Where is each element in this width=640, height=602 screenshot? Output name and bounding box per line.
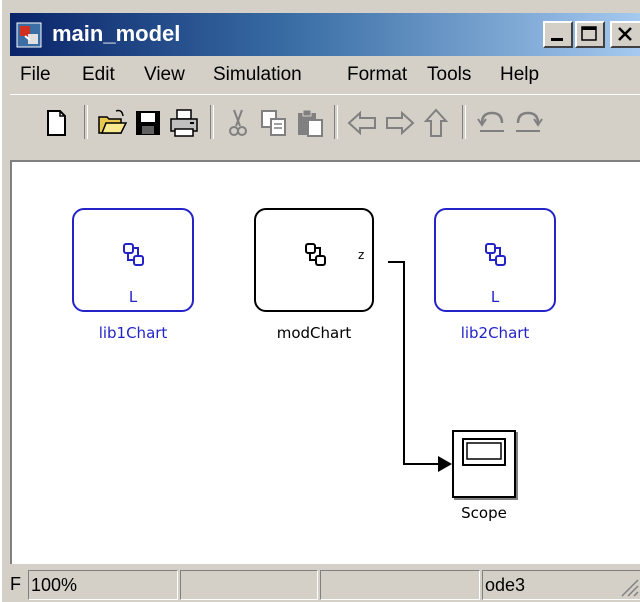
- menu-tools[interactable]: Tools: [427, 63, 471, 87]
- close-button[interactable]: [610, 21, 640, 48]
- close-icon: [618, 27, 632, 41]
- toolbar-separator: [334, 105, 338, 139]
- library-link-tag: L: [490, 288, 500, 306]
- status-solver: ode3: [482, 570, 640, 600]
- menu-view[interactable]: View: [144, 63, 185, 87]
- scope-label[interactable]: Scope: [446, 504, 522, 522]
- menu-bar: File Edit View Simulation Format Tools H…: [10, 58, 640, 92]
- menu-format[interactable]: Format: [347, 63, 407, 87]
- toolbar-separator: [84, 105, 88, 139]
- minimize-icon: [551, 38, 563, 41]
- toolbar-separator: [462, 105, 466, 139]
- toolbar-separator: [210, 105, 214, 139]
- lib2chart-block[interactable]: L: [434, 208, 556, 312]
- back-arrow-icon[interactable]: [346, 107, 378, 139]
- save-disk-icon[interactable]: [132, 107, 164, 139]
- stateflow-chart-icon: [123, 243, 144, 266]
- copy-icon[interactable]: [258, 107, 290, 139]
- new-model-icon[interactable]: [40, 107, 72, 139]
- scope-block[interactable]: [452, 430, 516, 498]
- open-folder-icon[interactable]: [96, 107, 128, 139]
- window-title: main_model: [52, 21, 181, 46]
- modchart-label[interactable]: modChart: [254, 324, 374, 342]
- cut-scissors-icon[interactable]: [222, 107, 254, 139]
- scope-screen-icon: [462, 438, 506, 466]
- minimize-button[interactable]: [543, 21, 573, 48]
- signal-arrowhead: [438, 456, 452, 472]
- menu-file[interactable]: File: [20, 63, 51, 87]
- modchart-block[interactable]: z: [254, 208, 374, 312]
- status-empty-cell: [320, 570, 480, 600]
- up-arrow-icon[interactable]: [420, 107, 452, 139]
- stateflow-chart-icon: [485, 243, 506, 266]
- title-bar[interactable]: main_model: [10, 13, 640, 56]
- lib1chart-block[interactable]: L: [72, 208, 194, 312]
- maximize-button[interactable]: [575, 21, 605, 48]
- simulink-app-icon: [16, 22, 42, 48]
- status-left-text: F: [10, 574, 21, 594]
- stateflow-chart-icon: [305, 243, 326, 266]
- redo-icon[interactable]: [512, 107, 544, 139]
- menu-simulation[interactable]: Simulation: [213, 63, 302, 87]
- lib2chart-label[interactable]: lib2Chart: [434, 324, 556, 342]
- status-zoom: 100%: [28, 570, 178, 600]
- resize-grip-icon[interactable]: [618, 576, 640, 598]
- menu-edit[interactable]: Edit: [82, 63, 115, 87]
- model-window: main_model File Edit View Simulation For…: [0, 0, 640, 602]
- undo-icon[interactable]: [476, 107, 508, 139]
- status-empty-cell: [180, 570, 318, 600]
- paste-clipboard-icon[interactable]: [294, 107, 326, 139]
- library-link-tag: L: [128, 288, 138, 306]
- print-icon[interactable]: [168, 107, 200, 139]
- toolbar: [10, 94, 640, 157]
- maximize-icon: [581, 26, 597, 41]
- forward-arrow-icon[interactable]: [384, 107, 416, 139]
- model-canvas[interactable]: L lib1Chart z modChart L lib2Chart Scope: [10, 160, 640, 564]
- output-port-label: z: [358, 248, 365, 262]
- menu-help[interactable]: Help: [500, 63, 539, 87]
- status-bar: F 100% ode3: [10, 566, 640, 602]
- lib1chart-label[interactable]: lib1Chart: [72, 324, 194, 342]
